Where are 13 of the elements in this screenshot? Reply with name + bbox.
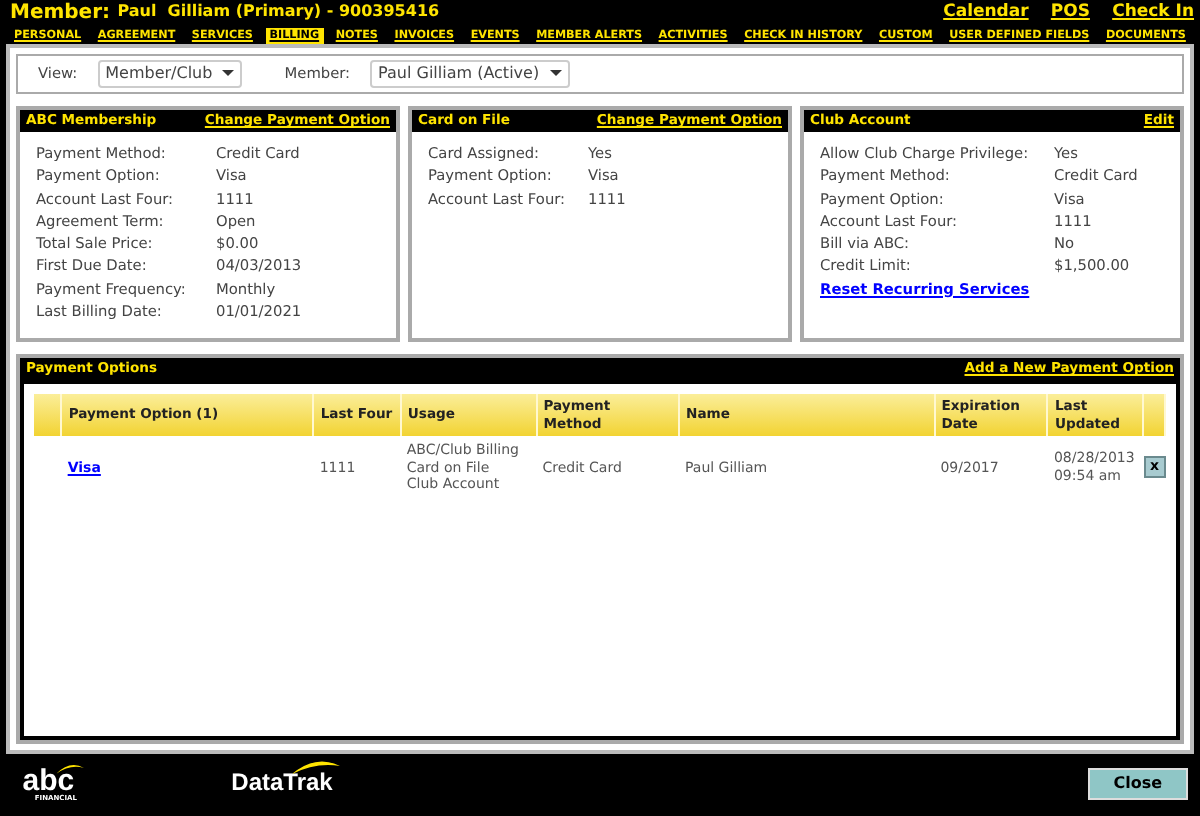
header-link[interactable]: Check In	[1112, 1, 1194, 25]
swoosh-icon	[291, 760, 340, 775]
abc-logo: abc	[22, 767, 75, 793]
dropdown[interactable]: Member/Club	[97, 59, 243, 89]
member-name: Paul Gilliam (Primary) - 900395416	[117, 2, 442, 24]
dropdown[interactable]: Paul Gilliam (Active)	[370, 59, 571, 89]
header-link[interactable]: POS	[1050, 1, 1090, 25]
close-button[interactable]: Close	[1087, 767, 1188, 801]
caret-icon	[222, 70, 235, 77]
member-label: Member:	[10, 0, 111, 26]
caret-icon	[549, 70, 562, 77]
datatrak-logo: DataTrak	[231, 768, 333, 797]
header-link[interactable]: Calendar	[943, 1, 1029, 25]
